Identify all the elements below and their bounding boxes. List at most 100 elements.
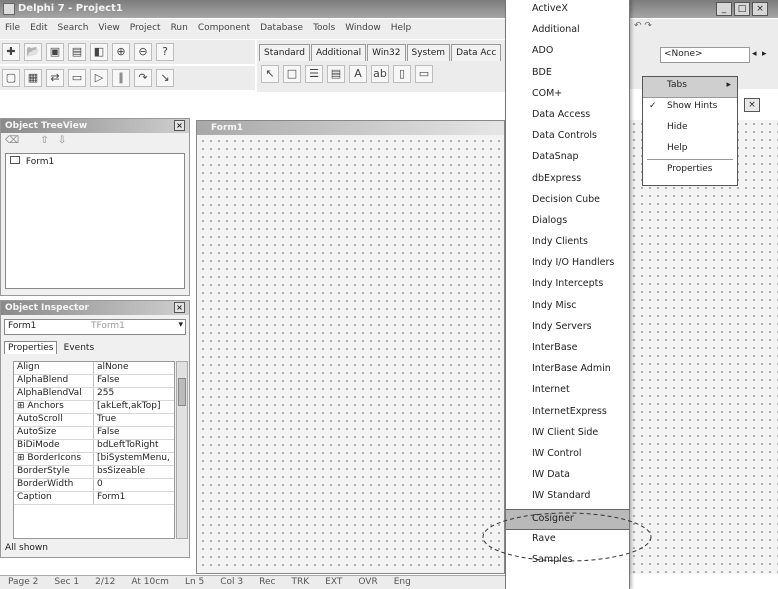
popup-item[interactable]: InterBase Admin xyxy=(506,360,629,381)
popup-item[interactable]: Indy I/O Handlers xyxy=(506,254,629,275)
frames-icon[interactable]: □ xyxy=(283,65,301,83)
close-icon[interactable]: × xyxy=(752,2,768,16)
property-value[interactable]: [biSystemMenu, xyxy=(94,453,174,465)
view-form-icon[interactable]: ▦ xyxy=(24,69,42,87)
treeview-node[interactable]: Form1 xyxy=(10,156,180,167)
property-row[interactable]: AlphaBlendVal 255 xyxy=(14,388,174,401)
run-icon[interactable]: ▷ xyxy=(90,69,108,87)
tab-properties[interactable]: Properties xyxy=(4,341,58,354)
save-all-icon[interactable]: ▤ xyxy=(68,43,86,61)
popup-item[interactable]: Data Controls xyxy=(506,127,629,148)
palette-tab-win32[interactable]: Win32 xyxy=(367,44,406,61)
popup-item[interactable]: BDE xyxy=(506,64,629,85)
new-icon[interactable]: ✚ xyxy=(2,43,20,61)
popup-menu-icon[interactable]: ▤ xyxy=(327,65,345,83)
popup-item[interactable]: InterBase xyxy=(506,339,629,360)
remove-file-icon[interactable]: ⊖ xyxy=(134,43,152,61)
popup-item[interactable]: Internet xyxy=(506,381,629,402)
property-value[interactable]: False xyxy=(94,375,174,387)
maximize-icon[interactable]: □ xyxy=(734,2,750,16)
popup-item[interactable]: Data Access xyxy=(506,106,629,127)
popup-item[interactable]: IW Client Side xyxy=(506,424,629,445)
menu-tools[interactable]: Tools xyxy=(308,19,340,33)
form-caption-bar[interactable]: Form1 xyxy=(197,121,504,135)
pointer-icon[interactable]: ↖ xyxy=(261,65,279,83)
palette-tab-standard[interactable]: Standard xyxy=(259,44,310,61)
context-item-properties[interactable]: Properties xyxy=(643,161,737,182)
tab-events[interactable]: Events xyxy=(61,342,97,354)
minimize-icon[interactable]: _ xyxy=(716,2,732,16)
property-row[interactable]: ⊞ BorderIcons [biSystemMenu, xyxy=(14,453,174,466)
property-row[interactable]: AutoSize False xyxy=(14,427,174,440)
help-icon[interactable]: ? xyxy=(156,43,174,61)
popup-item[interactable]: Indy Misc xyxy=(506,297,629,318)
palette-scroll-left-icon[interactable]: ◂ xyxy=(752,49,757,59)
property-value[interactable]: Form1 xyxy=(94,492,174,504)
memo-icon[interactable]: ▯ xyxy=(393,65,411,83)
property-row[interactable]: Align alNone xyxy=(14,362,174,375)
treeview-up-icon[interactable]: ⇧ xyxy=(40,135,48,146)
scroll-thumb[interactable] xyxy=(178,378,186,406)
step-over-icon[interactable]: ↷ xyxy=(134,69,152,87)
view-unit-icon[interactable]: ▢ xyxy=(2,69,20,87)
property-row[interactable]: AutoScroll True xyxy=(14,414,174,427)
property-row[interactable]: ⊞ Anchors [akLeft,akTop] xyxy=(14,401,174,414)
object-selector[interactable]: Form1 TForm1 ▾ xyxy=(4,319,186,335)
menu-run[interactable]: Run xyxy=(166,19,193,33)
popup-item[interactable]: Additional xyxy=(506,21,629,42)
open-project-icon[interactable]: ◧ xyxy=(90,43,108,61)
property-row[interactable]: AlphaBlend False xyxy=(14,375,174,388)
menu-database[interactable]: Database xyxy=(255,19,308,33)
open-icon[interactable]: 📂 xyxy=(24,43,42,61)
popup-item[interactable]: IW Standard xyxy=(506,487,629,508)
inspector-scrollbar[interactable] xyxy=(176,361,188,539)
menu-component[interactable]: Component xyxy=(193,19,255,33)
property-row[interactable]: BorderStyle bsSizeable xyxy=(14,466,174,479)
property-value[interactable]: False xyxy=(94,427,174,439)
main-menu-icon[interactable]: ☰ xyxy=(305,65,323,83)
popup-item[interactable]: ADO xyxy=(506,42,629,63)
toggle-form-unit-icon[interactable]: ⇄ xyxy=(46,69,64,87)
pause-icon[interactable]: ∥ xyxy=(112,69,130,87)
menu-view[interactable]: View xyxy=(93,19,124,33)
property-value[interactable]: 0 xyxy=(94,479,174,491)
menu-file[interactable]: File xyxy=(0,19,25,33)
form-canvas-right[interactable] xyxy=(630,120,778,574)
property-value[interactable]: bdLeftToRight xyxy=(94,440,174,452)
popup-item[interactable]: IW Control xyxy=(506,445,629,466)
add-file-icon[interactable]: ⊕ xyxy=(112,43,130,61)
popup-item[interactable]: Dialogs xyxy=(506,212,629,233)
menu-window[interactable]: Window xyxy=(340,19,386,33)
context-item-show-hints[interactable]: ✓ Show Hints xyxy=(643,98,737,119)
button-icon[interactable]: ▭ xyxy=(415,65,433,83)
label-icon[interactable]: A xyxy=(349,65,367,83)
menu-edit[interactable]: Edit xyxy=(25,19,52,33)
context-item-help[interactable]: Help xyxy=(643,140,737,161)
treeview-delete-icon[interactable]: ⌫ xyxy=(5,135,19,146)
none-combo[interactable]: <None> xyxy=(660,47,750,63)
menu-search[interactable]: Search xyxy=(53,19,94,33)
menu-project[interactable]: Project xyxy=(125,19,166,33)
undo-redo-icons[interactable]: ↶ ↷ xyxy=(634,21,652,31)
close-icon[interactable]: × xyxy=(174,302,185,313)
popup-item[interactable]: Indy Clients xyxy=(506,233,629,254)
property-row[interactable]: Caption Form1 xyxy=(14,492,174,505)
property-row[interactable]: BorderWidth 0 xyxy=(14,479,174,492)
popup-item[interactable]: Decision Cube xyxy=(506,191,629,212)
popup-item[interactable]: ActiveX xyxy=(506,0,629,21)
popup-item[interactable]: IW Data xyxy=(506,466,629,487)
menu-help[interactable]: Help xyxy=(386,19,417,33)
context-item-hide[interactable]: Hide xyxy=(643,119,737,140)
palette-tab-data-acc[interactable]: Data Acc xyxy=(451,44,502,61)
new-form-icon[interactable]: ▭ xyxy=(68,69,86,87)
popup-item[interactable]: dbExpress xyxy=(506,170,629,191)
app-icon[interactable] xyxy=(3,3,15,15)
popup-item[interactable]: Indy Intercepts xyxy=(506,275,629,296)
popup-item[interactable]: COM+ xyxy=(506,85,629,106)
close-icon[interactable]: × xyxy=(744,98,760,112)
popup-item[interactable]: Indy Servers xyxy=(506,318,629,339)
close-icon[interactable]: × xyxy=(174,120,185,131)
trace-into-icon[interactable]: ↘ xyxy=(156,69,174,87)
property-row[interactable]: BiDiMode bdLeftToRight xyxy=(14,440,174,453)
chevron-down-icon[interactable]: ▾ xyxy=(178,320,183,330)
